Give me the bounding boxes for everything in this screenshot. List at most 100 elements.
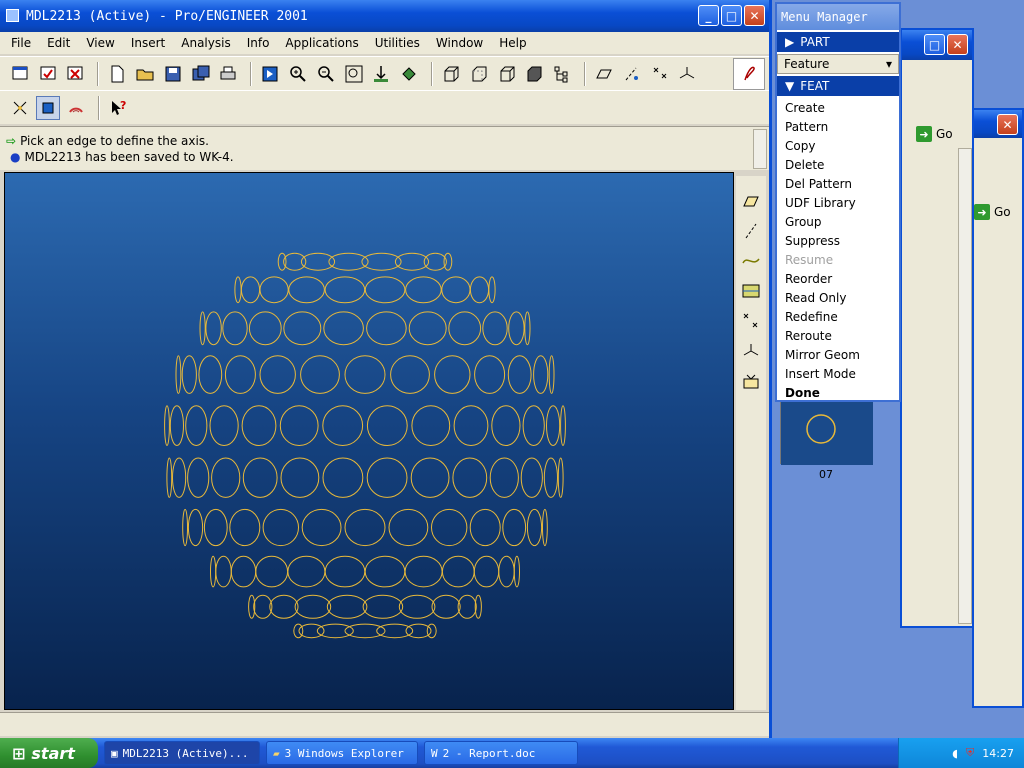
sphere-cutout-curve [283, 311, 322, 346]
refit-icon[interactable] [342, 62, 366, 86]
wireframe-icon[interactable] [439, 62, 463, 86]
menu-window[interactable]: Window [433, 35, 486, 51]
sphere-cutout-curve [364, 276, 406, 304]
window-title: MDL2213 (Active) - Pro/ENGINEER 2001 [26, 8, 308, 24]
maximize-icon[interactable]: □ [721, 5, 742, 26]
menu-item-done[interactable]: Done [777, 383, 899, 402]
saved-views-icon[interactable] [397, 62, 421, 86]
menu-item-delete[interactable]: Delete [777, 155, 899, 174]
menu-insert[interactable]: Insert [128, 35, 168, 51]
select-icon[interactable] [8, 96, 32, 120]
shading-icon[interactable] [523, 62, 547, 86]
sphere-cutout-curve [187, 457, 210, 498]
close-icon[interactable]: ✕ [997, 114, 1018, 135]
coordinate-systems-icon[interactable] [676, 62, 700, 86]
new-file-icon[interactable] [105, 62, 129, 86]
zoom-out-icon[interactable] [314, 62, 338, 86]
sphere-cutout-curve [410, 457, 450, 498]
datum-point-tool-icon[interactable] [739, 309, 763, 333]
close-icon[interactable]: ✕ [744, 5, 765, 26]
save-copy-icon[interactable] [189, 62, 213, 86]
sketched-datum-icon[interactable] [739, 279, 763, 303]
thumbnail-image[interactable] [780, 400, 873, 465]
menu-applications[interactable]: Applications [282, 35, 361, 51]
feature-dropdown[interactable]: Feature ▾ [777, 54, 899, 74]
menu-item-redefine[interactable]: Redefine [777, 307, 899, 326]
save-icon[interactable] [161, 62, 185, 86]
datum-points-icon[interactable] [648, 62, 672, 86]
spin-center-icon[interactable] [36, 95, 60, 120]
sphere-cutout-curve [259, 355, 296, 394]
datum-axes-icon[interactable] [620, 62, 644, 86]
taskbar-item-explorer[interactable]: ▰ 3 Windows Explorer [266, 741, 418, 765]
close-window-icon[interactable] [64, 62, 88, 86]
menu-item-insert-mode[interactable]: Insert Mode [777, 364, 899, 383]
context-help-icon[interactable]: ? [106, 96, 130, 120]
open-folder-icon[interactable] [133, 62, 157, 86]
taskbar-item-proe[interactable]: ▣ MDL2213 (Active)... [104, 741, 260, 765]
menu-item-mirror-geom[interactable]: Mirror Geom [777, 345, 899, 364]
menu-analysis[interactable]: Analysis [178, 35, 233, 51]
clock[interactable]: 14:27 [982, 747, 1014, 760]
menu-item-suppress[interactable]: Suppress [777, 231, 899, 250]
feat-menu-items: Create Pattern Copy Delete Del Pattern UDF Li… [777, 98, 899, 402]
analysis-feature-icon[interactable] [739, 369, 763, 393]
scrollbar[interactable] [958, 148, 972, 624]
repaint-icon[interactable] [258, 62, 282, 86]
print-icon[interactable] [217, 62, 241, 86]
menu-file[interactable]: File [8, 35, 34, 51]
sphere-cutout-curve [507, 355, 532, 394]
close-icon[interactable]: ✕ [947, 34, 968, 55]
no-hidden-icon[interactable] [495, 62, 519, 86]
taskbar-item-word[interactable]: W 2 - Report.doc [424, 741, 578, 765]
activate-window-icon[interactable] [36, 62, 60, 86]
datum-curve-tool-icon[interactable] [739, 249, 763, 273]
orient-icon[interactable] [370, 62, 394, 86]
sphere-cutout-curve [253, 594, 273, 619]
feature-dropdown-label: Feature [784, 57, 830, 71]
regenerate-icon[interactable] [64, 96, 88, 120]
menu-feat[interactable]: ▼ FEAT [777, 76, 899, 96]
menu-view[interactable]: View [83, 35, 117, 51]
menu-item-reorder[interactable]: Reorder [777, 269, 899, 288]
model-tree-icon[interactable] [550, 62, 574, 86]
menu-item-group[interactable]: Group [777, 212, 899, 231]
menu-item-copy[interactable]: Copy [777, 136, 899, 155]
menu-item-create[interactable]: Create [777, 98, 899, 117]
menu-help[interactable]: Help [496, 35, 529, 51]
go-button-2[interactable]: ➜ Go [974, 204, 1011, 220]
menu-item-reroute[interactable]: Reroute [777, 326, 899, 345]
coordinate-system-tool-icon[interactable] [739, 339, 763, 363]
sphere-cutout-curve [205, 311, 222, 346]
message-scrollbar[interactable] [753, 129, 767, 169]
sphere-cutout-curve [443, 252, 453, 271]
status-bar [0, 712, 769, 736]
datum-planes-icon[interactable] [592, 62, 616, 86]
menu-item-udf-library[interactable]: UDF Library [777, 193, 899, 212]
new-window-icon[interactable] [8, 62, 32, 86]
volume-icon[interactable]: ◖ [952, 747, 958, 760]
word-icon: W [431, 746, 438, 760]
menu-item-pattern[interactable]: Pattern [777, 117, 899, 136]
maximize-icon[interactable]: □ [924, 34, 945, 55]
sphere-cutout-curve [376, 623, 414, 639]
menu-part[interactable]: ▶ PART [777, 32, 899, 52]
menu-item-del-pattern[interactable]: Del Pattern [777, 174, 899, 193]
menu-item-read-only[interactable]: Read Only [777, 288, 899, 307]
go-button[interactable]: ➜ Go [916, 126, 953, 142]
sphere-cutout-curve [322, 405, 364, 447]
menu-utilities[interactable]: Utilities [372, 35, 423, 51]
security-shield-icon[interactable]: ⛨ [966, 746, 974, 760]
sphere-cutout-curve [498, 555, 515, 588]
sketcher-icon[interactable] [733, 57, 766, 90]
sphere-cutout-curve [344, 355, 386, 394]
minimize-icon[interactable]: _ [698, 5, 719, 26]
menu-edit[interactable]: Edit [44, 35, 73, 51]
hidden-line-icon[interactable] [467, 62, 491, 86]
start-button[interactable]: ⊞ start [0, 738, 98, 768]
menu-info[interactable]: Info [244, 35, 273, 51]
datum-axis-tool-icon[interactable] [739, 219, 763, 243]
datum-plane-tool-icon[interactable] [739, 189, 763, 213]
graphics-viewport[interactable] [4, 172, 734, 710]
zoom-in-icon[interactable] [286, 62, 310, 86]
